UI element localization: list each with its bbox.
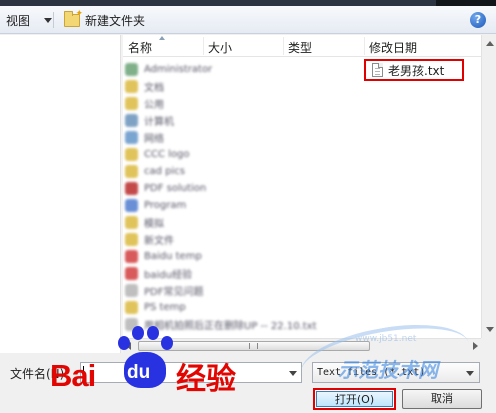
list-item[interactable]: 公用 <box>125 95 164 112</box>
chevron-down-icon[interactable] <box>289 371 297 376</box>
help-icon[interactable]: ? <box>470 12 486 28</box>
open-button[interactable]: 打开(O) <box>316 391 393 407</box>
chevron-down-icon <box>44 17 53 23</box>
folder-icon <box>125 216 138 229</box>
column-header-row: 名称 大小 类型 修改日期 <box>123 35 481 57</box>
list-item[interactable]: 网络 <box>125 129 164 146</box>
view-menu-label: 视图 <box>6 13 31 28</box>
list-item-label: PDF solution <box>144 183 207 194</box>
folder-icon <box>125 63 138 76</box>
site-watermark: www.jb51.net 示范技术网 <box>296 313 480 403</box>
list-item-label: 文档 <box>144 83 164 94</box>
list-item-label: CCC logo <box>144 149 190 160</box>
list-item[interactable]: baidu经验 <box>125 265 192 282</box>
baidu-jingyan-text: 经验 <box>176 362 236 397</box>
list-item-label: PDF常见问题 <box>144 287 204 298</box>
site-name: 示范技术网 <box>338 358 438 382</box>
list-item-label: Baidu temp <box>144 251 202 262</box>
baidu-paw-icon: du <box>114 326 174 390</box>
list-item[interactable]: 模拟 <box>125 214 164 231</box>
folder-icon <box>125 267 138 280</box>
list-item[interactable]: 文档 <box>125 78 164 95</box>
column-divider[interactable] <box>364 37 365 55</box>
list-item[interactable]: Administrator <box>125 61 212 78</box>
toolbar-separator <box>53 12 54 28</box>
list-item-label: baidu经验 <box>144 270 192 281</box>
file-list[interactable]: 名称 大小 类型 修改日期 Administrator 文档公用计算机网络 CCC … <box>123 35 481 338</box>
navigation-pane[interactable] <box>0 35 120 353</box>
new-folder-icon: ✦ <box>64 9 83 27</box>
scroll-grip-icon <box>249 343 258 349</box>
list-item-label: 网络 <box>144 134 164 145</box>
sort-ascending-icon <box>159 36 165 40</box>
list-item[interactable]: Baidu temp <box>125 248 202 265</box>
column-header-name[interactable]: 名称 <box>128 39 152 56</box>
list-item-label: 公用 <box>144 100 164 111</box>
list-item-label: 新文件 <box>144 236 174 247</box>
column-divider[interactable] <box>283 37 284 55</box>
new-folder-button[interactable]: ✦ 新建文件夹 <box>64 9 146 29</box>
new-folder-label: 新建文件夹 <box>85 13 146 28</box>
toolbar: 视图 ✦ 新建文件夹 ? <box>0 6 496 34</box>
site-url: www.jb51.net <box>355 334 417 344</box>
folder-icon <box>125 165 138 178</box>
scrollbar-corner <box>481 338 496 353</box>
list-item-label: 计算机 <box>144 117 174 128</box>
folder-icon <box>125 250 138 263</box>
list-item-label: cad pics <box>144 166 185 177</box>
folder-icon <box>125 131 138 144</box>
scroll-down-icon[interactable] <box>484 324 495 335</box>
list-item-label: Program <box>144 200 187 211</box>
list-item-label: 模拟 <box>144 219 164 230</box>
folder-icon <box>125 114 138 127</box>
column-header-size[interactable]: 大小 <box>208 39 232 56</box>
baidu-du-text: du <box>127 362 151 383</box>
folder-icon <box>125 148 138 161</box>
file-item-selected[interactable]: 老男孩.txt <box>364 59 464 81</box>
folder-icon <box>125 301 138 314</box>
vertical-scrollbar[interactable] <box>481 35 496 338</box>
column-divider[interactable] <box>203 37 204 55</box>
baidu-logo-text: Bai <box>50 358 96 393</box>
list-item[interactable]: PDF solution <box>125 180 206 197</box>
list-item[interactable]: 新文件 <box>125 231 174 248</box>
list-item[interactable]: PS temp <box>125 299 186 316</box>
baidu-jingyan-watermark: Bai du 经验 <box>50 322 250 397</box>
list-item[interactable]: CCC logo <box>125 146 190 163</box>
folder-icon <box>125 284 138 297</box>
folder-icon <box>125 233 138 246</box>
list-item[interactable]: PDF常见问题 <box>125 282 203 299</box>
list-item[interactable]: 计算机 <box>125 112 174 129</box>
list-item[interactable]: Program <box>125 197 186 214</box>
scroll-up-icon[interactable] <box>484 38 495 49</box>
list-item[interactable]: cad pics <box>125 163 185 180</box>
list-item-label: Administrator <box>144 64 213 75</box>
file-name-label: 老男孩.txt <box>388 63 445 78</box>
text-file-icon <box>372 63 383 77</box>
column-header-modified[interactable]: 修改日期 <box>369 39 417 56</box>
folder-icon <box>125 182 138 195</box>
folder-icon <box>125 97 138 110</box>
folder-icon <box>125 199 138 212</box>
column-header-type[interactable]: 类型 <box>288 39 312 56</box>
folder-icon <box>125 80 138 93</box>
view-menu-button[interactable]: 视图 <box>6 12 53 28</box>
list-item-label: PS temp <box>144 302 186 313</box>
